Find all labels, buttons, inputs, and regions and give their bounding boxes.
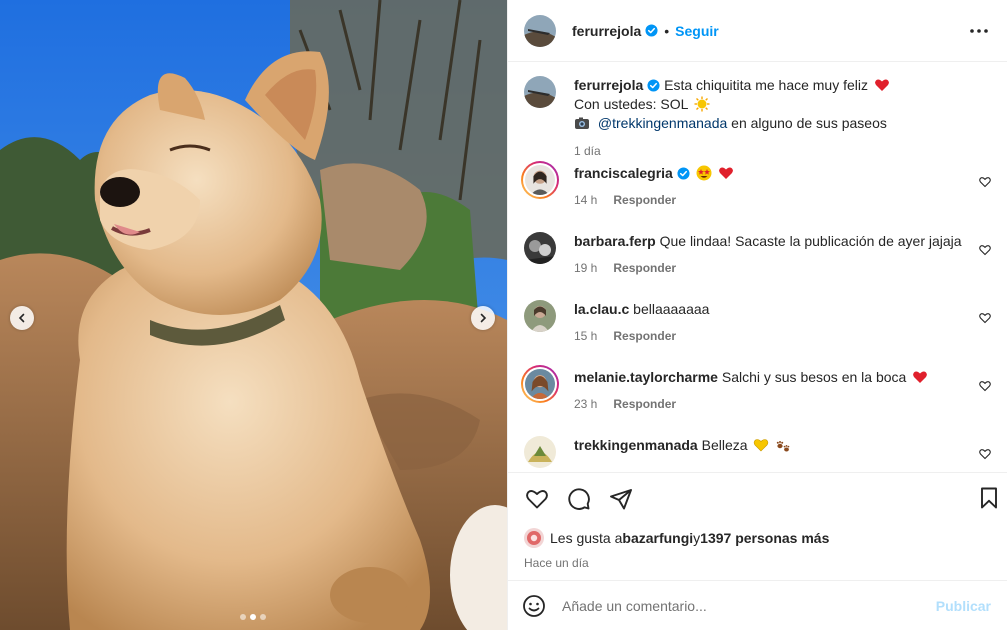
header-separator: • (664, 22, 670, 39)
verified-badge-icon (677, 167, 690, 180)
author-avatar[interactable] (524, 76, 556, 108)
like-comment-heart-icon[interactable] (979, 312, 991, 324)
publish-button[interactable]: Publicar (936, 598, 991, 614)
reply-button[interactable]: Responder (613, 261, 676, 275)
author-username[interactable]: ferurrejola (572, 23, 641, 39)
carousel-prev-button[interactable] (10, 306, 34, 330)
post-timestamp: Hace un día (524, 556, 589, 570)
comment-text: Que lindaa! Sacaste la publicación de ay… (659, 233, 962, 249)
paper-plane-icon (610, 489, 632, 510)
comment-item: franciscalegria 14 h Responder (521, 161, 991, 232)
heart-icon (526, 490, 548, 509)
carousel-indicator (240, 614, 266, 620)
likes-connector: y (693, 530, 701, 546)
comment-bubble-icon (568, 488, 590, 510)
commenter-avatar[interactable] (524, 300, 556, 332)
caption-username[interactable]: ferurrejola (574, 77, 643, 93)
comment-item: melanie.taylorcharme Salchi y sus besos … (521, 365, 991, 436)
comment-text: Belleza (701, 437, 748, 453)
carousel-dot-active (250, 614, 256, 620)
commenter-avatar (525, 369, 555, 399)
comments-list[interactable]: ferurrejola Esta chiquitita me hace muy … (508, 62, 1007, 472)
verified-badge-icon (647, 79, 660, 92)
more-horizontal-icon (970, 28, 988, 33)
reply-button[interactable]: Responder (613, 193, 676, 207)
carousel-dot (240, 614, 246, 620)
chevron-right-icon (480, 313, 487, 323)
liker-avatar[interactable] (524, 528, 544, 548)
carousel-dot (260, 614, 266, 620)
comment-item: la.clau.c bellaaaaaaa 15 h Responder (524, 300, 991, 368)
bookmark-icon (981, 487, 997, 509)
like-comment-heart-icon[interactable] (979, 380, 991, 392)
comment-item: barbara.ferp Que lindaa! Sacaste la publ… (524, 232, 991, 300)
save-button[interactable] (977, 486, 1001, 510)
comment-username[interactable]: melanie.taylorcharme (574, 369, 718, 385)
red-heart-emoji (913, 371, 928, 383)
story-ring[interactable] (521, 365, 559, 403)
reply-button[interactable]: Responder (613, 329, 676, 343)
comment-item: trekkingenmanada Belleza (524, 436, 991, 472)
caption-time: 1 día (574, 144, 601, 158)
red-heart-emoji (718, 167, 733, 179)
likes-prefix: Les gusta a (550, 530, 623, 546)
comment-button[interactable] (566, 486, 592, 512)
follow-button[interactable]: Seguir (675, 23, 719, 39)
comment-text: bellaaaaaaa (633, 301, 710, 317)
likes-others-link[interactable]: 1397 personas más (700, 530, 829, 546)
more-options-button[interactable] (967, 19, 991, 43)
comment-time: 19 h (574, 261, 598, 275)
yellow-heart-emoji (754, 439, 769, 452)
share-button[interactable] (608, 486, 634, 512)
post-side-panel: ferurrejola • Seguir ferurrejola Esta ch… (507, 0, 1007, 630)
like-comment-heart-icon[interactable] (979, 448, 991, 460)
commenter-avatar[interactable] (524, 232, 556, 264)
commenter-avatar[interactable] (524, 436, 556, 468)
comment-username[interactable]: la.clau.c (574, 301, 629, 317)
caption-line-1: Esta chiquitita me hace muy feliz (664, 77, 869, 93)
comment-time: 23 h (574, 397, 598, 411)
comment-text: Salchi y sus besos en la boca (721, 369, 907, 385)
comment-username[interactable]: barbara.ferp (574, 233, 656, 249)
carousel-next-button[interactable] (471, 306, 495, 330)
instagram-post: ferurrejola • Seguir ferurrejola Esta ch… (0, 0, 1007, 630)
add-comment-bar: Publicar (508, 580, 1007, 630)
post-caption: ferurrejola Esta chiquitita me hace muy … (524, 76, 991, 164)
post-media (0, 0, 507, 630)
comment-time: 15 h (574, 329, 598, 343)
caption-line-3: en alguno de sus paseos (727, 115, 887, 131)
liker-username[interactable]: bazarfungi (622, 530, 693, 546)
verified-badge-icon (645, 24, 658, 37)
camera-emoji (575, 117, 589, 129)
post-actions: Les gusta a bazarfungi y 1397 personas m… (508, 472, 1007, 580)
comment-username[interactable]: franciscalegria (574, 165, 673, 181)
post-header: ferurrejola • Seguir (508, 0, 1007, 62)
caption-mention-link[interactable]: @trekkingenmanada (598, 115, 727, 131)
red-heart-emoji (875, 79, 889, 91)
sun-emoji (694, 96, 710, 112)
author-avatar[interactable] (524, 14, 556, 47)
reply-button[interactable]: Responder (613, 397, 676, 411)
comment-username[interactable]: trekkingenmanada (574, 437, 698, 453)
comment-input[interactable] (562, 597, 936, 614)
like-comment-heart-icon[interactable] (979, 244, 991, 256)
like-button[interactable] (524, 486, 550, 512)
commenter-avatar (525, 165, 555, 195)
paw-prints-emoji (777, 441, 790, 452)
dog-photo (0, 0, 507, 630)
like-comment-heart-icon[interactable] (979, 176, 991, 188)
chevron-left-icon (18, 313, 25, 323)
caption-line-2: Con ustedes: SOL (574, 96, 688, 112)
comment-time: 14 h (574, 193, 598, 207)
star-struck-emoji (696, 165, 712, 181)
story-ring[interactable] (521, 161, 559, 199)
emoji-smiley-icon[interactable] (522, 594, 546, 618)
likes-summary: Les gusta a bazarfungi y 1397 personas m… (524, 528, 991, 548)
